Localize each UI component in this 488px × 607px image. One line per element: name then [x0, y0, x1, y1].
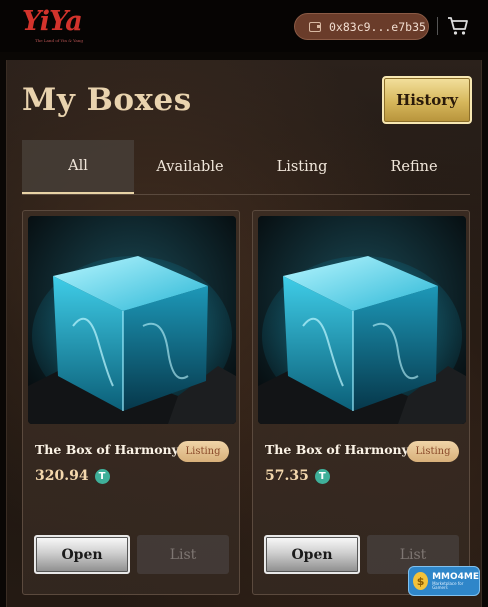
header-divider: [437, 17, 438, 35]
box-card[interactable]: The Box of Harmony Listing 57.35 T Open …: [252, 210, 470, 595]
watermark-badge: $ MMO4ME Marketplace for Gamers: [408, 566, 480, 596]
logo[interactable]: YiYa The Land of Yin & Yang: [22, 6, 92, 46]
page-title: My Boxes: [22, 82, 192, 118]
tether-icon: T: [314, 468, 330, 484]
tab-bar: All Available Listing Refine: [22, 140, 470, 195]
tab-all[interactable]: All: [22, 140, 134, 194]
tab-available[interactable]: Available: [134, 140, 246, 194]
watermark-subtext: Marketplace for Gamers: [432, 580, 464, 590]
logo-tagline: The Land of Yin & Yang: [35, 38, 83, 43]
tab-refine[interactable]: Refine: [358, 140, 470, 194]
box-image[interactable]: [28, 216, 236, 424]
top-bar: YiYa The Land of Yin & Yang 0x83c9...e7b…: [0, 0, 488, 52]
cart-icon[interactable]: [447, 15, 469, 37]
coin-icon: $: [413, 572, 429, 590]
wallet-icon: [309, 21, 321, 32]
price-value: 57.35: [265, 468, 309, 484]
box-card[interactable]: The Box of Harmony Listing 320.94 T Open…: [22, 210, 240, 595]
tab-label: All: [68, 158, 88, 174]
box-name: The Box of Harmony: [35, 442, 179, 457]
price: 320.94 T: [35, 468, 110, 484]
tab-label: Refine: [390, 159, 438, 175]
tab-label: Available: [156, 159, 224, 175]
status-badge: Listing: [407, 441, 459, 462]
price-value: 320.94: [35, 468, 89, 484]
list-button[interactable]: List: [137, 535, 229, 574]
tab-listing[interactable]: Listing: [246, 140, 358, 194]
tether-icon: T: [94, 468, 110, 484]
box-name: The Box of Harmony: [265, 442, 409, 457]
wallet-address: 0x83c9...e7b35: [329, 19, 426, 34]
open-button[interactable]: Open: [264, 535, 360, 574]
tab-label: Listing: [276, 159, 328, 175]
history-button[interactable]: History: [382, 76, 472, 124]
open-button[interactable]: Open: [34, 535, 130, 574]
status-badge: Listing: [177, 441, 229, 462]
price: 57.35 T: [265, 468, 330, 484]
wallet-button[interactable]: 0x83c9...e7b35: [294, 13, 429, 40]
box-image[interactable]: [258, 216, 466, 424]
logo-text: YiYa: [22, 6, 83, 37]
